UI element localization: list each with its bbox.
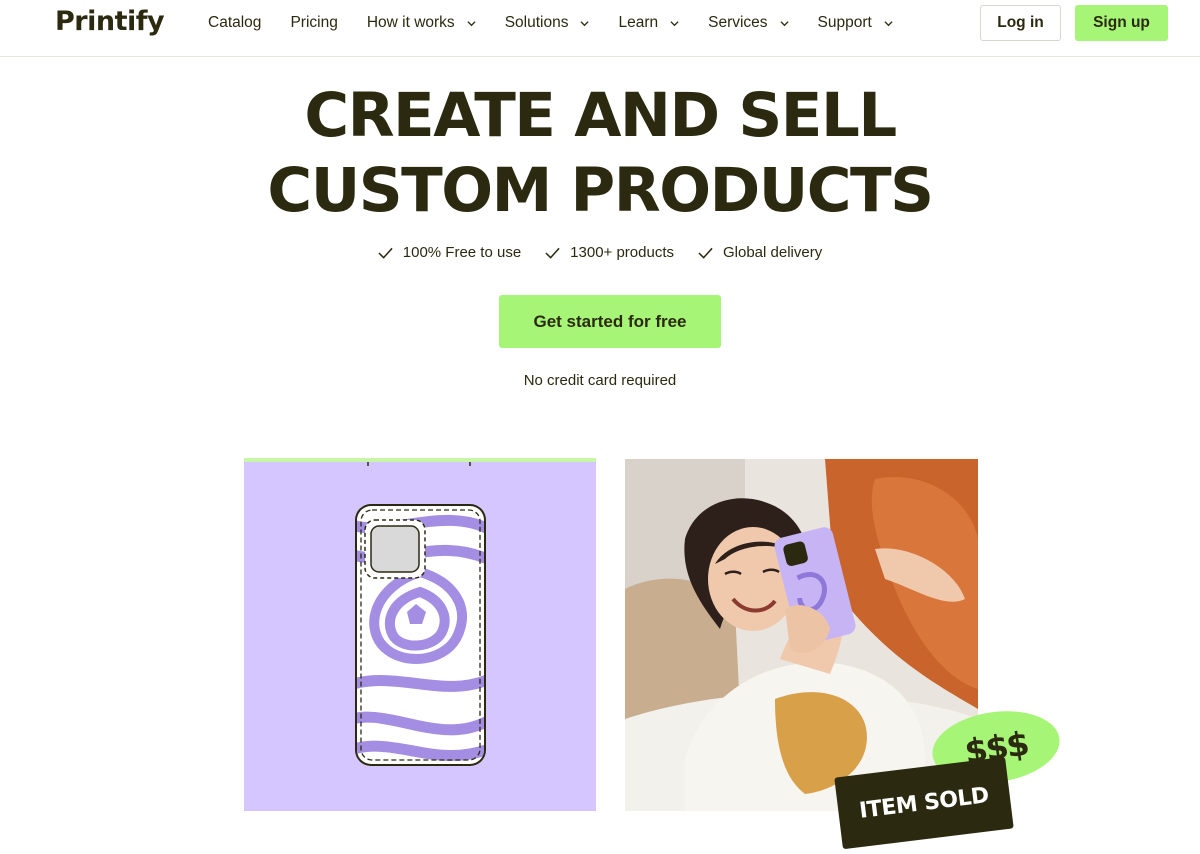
hero-title-line-2: CUSTOM PRODUCTS — [267, 155, 934, 226]
hero-title-line-1: CREATE AND SELL — [304, 80, 897, 151]
nav-solutions-label: Solutions — [504, 14, 569, 31]
feature-item: Global delivery — [698, 244, 822, 261]
nav-solutions[interactable]: Solutions — [505, 14, 590, 32]
site-header: Printify Catalog Pricing How it works So… — [0, 0, 1200, 57]
feature-item: 100% Free to use — [378, 244, 521, 261]
chevron-down-icon — [884, 20, 893, 26]
check-icon — [698, 247, 713, 259]
nav-pricing[interactable]: Pricing — [290, 14, 337, 32]
main-nav: Catalog Pricing How it works Solutions L… — [208, 0, 922, 46]
nav-support[interactable]: Support — [818, 14, 893, 32]
nav-how-it-works[interactable]: How it works — [367, 14, 476, 32]
nav-services[interactable]: Services — [708, 14, 789, 32]
chevron-down-icon — [670, 20, 679, 26]
check-icon — [378, 247, 393, 259]
feature-item: 1300+ products — [545, 244, 674, 261]
nav-pricing-label: Pricing — [290, 14, 338, 31]
nav-catalog-label: Catalog — [208, 14, 262, 31]
feature-list: 100% Free to use 1300+ products Global d… — [0, 244, 1200, 261]
phone-case-illustration — [355, 462, 486, 766]
feature-label: 100% Free to use — [402, 244, 522, 261]
nav-learn-label: Learn — [618, 14, 659, 31]
feature-label: Global delivery — [723, 244, 823, 261]
cta-note: No credit card required — [523, 372, 677, 389]
printify-logo[interactable]: Printify — [55, 6, 165, 37]
get-started-button[interactable]: Get started for free — [499, 295, 721, 348]
nav-support-label: Support — [817, 14, 872, 31]
signup-button[interactable]: Sign up — [1075, 5, 1168, 41]
camera-lens-area — [370, 525, 420, 573]
lifestyle-photo — [625, 459, 978, 811]
check-icon — [545, 247, 560, 259]
nav-catalog[interactable]: Catalog — [208, 14, 261, 32]
nav-learn[interactable]: Learn — [618, 14, 679, 32]
phone-case-mockup-panel — [244, 458, 596, 811]
chevron-down-icon — [467, 20, 476, 26]
chevron-down-icon — [580, 20, 590, 26]
nav-services-label: Services — [708, 14, 768, 31]
lifestyle-photo-illustration — [625, 459, 978, 811]
chevron-down-icon — [779, 20, 789, 26]
nav-how-it-works-label: How it works — [366, 14, 455, 31]
login-button[interactable]: Log in — [980, 5, 1061, 41]
feature-label: 1300+ products — [570, 244, 674, 261]
hero-title: CREATE AND SELL CUSTOM PRODUCTS — [0, 78, 1200, 228]
